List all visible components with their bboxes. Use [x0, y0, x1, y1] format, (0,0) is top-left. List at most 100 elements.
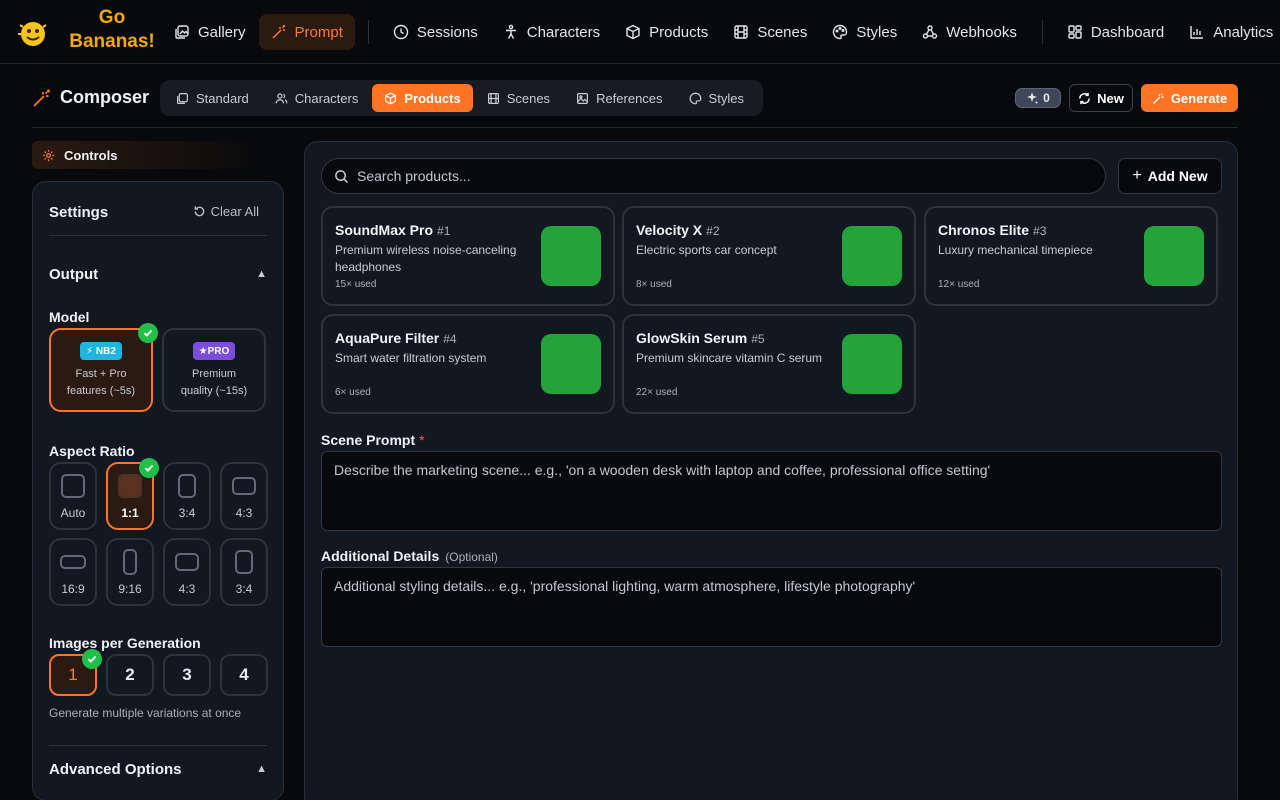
undo-icon — [194, 206, 204, 217]
tab-scenes[interactable]: Scenes — [475, 84, 562, 112]
product-card[interactable]: Velocity X #2 Electric sports car concept… — [622, 206, 916, 306]
aspect-option-3-4-alt[interactable]: 3:4 — [220, 538, 268, 606]
generate-button[interactable]: Generate — [1141, 84, 1238, 112]
tab-standard[interactable]: Standard — [164, 84, 261, 112]
settings-panel: Settings Clear All Output ▲ Model ⚡ NB2 … — [32, 181, 284, 800]
aspect-option-auto[interactable]: Auto — [49, 462, 97, 530]
product-thumbnail — [541, 334, 601, 394]
palette-icon — [689, 92, 701, 104]
required-marker: * — [419, 432, 425, 448]
collapse-caret-icon[interactable]: ▲ — [256, 763, 267, 775]
composer-toolbar: Composer Standard Characters Products Sc… — [32, 80, 1238, 128]
model-option-nb2[interactable]: ⚡ NB2 Fast + Pro features (~5s) — [49, 328, 153, 412]
product-card[interactable]: SoundMax Pro #1 Premium wireless noise-ca… — [321, 206, 615, 306]
collapse-caret-icon[interactable]: ▲ — [256, 268, 267, 280]
product-usage-count: 15× used — [335, 279, 377, 290]
nav-scenes-label: Scenes — [757, 23, 808, 41]
tab-scenes-label: Scenes — [506, 90, 551, 106]
nav-sessions[interactable]: Sessions — [381, 14, 490, 50]
clear-all-label: Clear All — [210, 204, 259, 219]
nav-divider — [367, 20, 369, 44]
composer-title: Composer — [32, 87, 149, 108]
product-description: Smart water filtration system — [335, 351, 487, 365]
top-navigation: Go Bananas! Gallery Prompt Sessions Char… — [0, 0, 1280, 64]
refresh-icon — [1079, 92, 1091, 104]
image-icon — [577, 92, 589, 104]
tab-characters[interactable]: Characters — [263, 84, 371, 112]
selected-check-icon — [138, 323, 158, 343]
product-card[interactable]: Chronos Elite #3 Luxury mechanical timepi… — [924, 206, 1218, 306]
aspect-option-4-3[interactable]: 4:3 — [220, 462, 268, 530]
ratio-wide-icon — [60, 555, 86, 569]
new-button-label: New — [1097, 90, 1124, 106]
nav-webhooks[interactable]: Webhooks — [910, 14, 1029, 50]
aspect-option-4-3-alt[interactable]: 4:3 — [163, 538, 211, 606]
controls-label-text: Controls — [64, 147, 118, 163]
tab-references[interactable]: References — [564, 84, 674, 112]
model-description: Premium quality (~15s) — [180, 368, 248, 397]
nav-divider — [1041, 20, 1043, 44]
output-section-title[interactable]: Output — [49, 266, 98, 283]
images-option-3[interactable]: 3 — [163, 654, 211, 696]
product-description: Luxury mechanical timepiece — [938, 243, 1093, 257]
gallery-icon — [175, 25, 189, 39]
smiley-logo-icon — [18, 22, 47, 46]
product-description: Premium skincare vitamin C serum — [636, 351, 823, 365]
composer-mode-tabs: Standard Characters Products Scenes Refe… — [160, 80, 763, 116]
product-card[interactable]: AquaPure Filter #4 Smart water filtration… — [321, 314, 615, 414]
images-per-generation-label: Images per Generation — [49, 635, 201, 651]
nav-styles[interactable]: Styles — [820, 14, 909, 50]
tab-references-label: References — [596, 90, 663, 106]
nav-scenes[interactable]: Scenes — [721, 14, 819, 50]
nav-prompt[interactable]: Prompt — [258, 14, 355, 50]
aspect-option-9-16[interactable]: 9:16 — [106, 538, 154, 606]
product-card[interactable]: GlowSkin Serum #5 Premium skincare vitami… — [622, 314, 916, 414]
products-panel: + Add New SoundMax Pro#1 Premium wireles… — [304, 141, 1238, 800]
advanced-options-title[interactable]: Advanced Options — [49, 761, 182, 778]
product-name: GlowSkin Serum #5 — [636, 330, 765, 346]
box-icon — [385, 92, 397, 104]
product-number: #4 — [443, 332, 457, 346]
product-number: #3 — [1033, 224, 1047, 238]
nav-gallery[interactable]: Gallery — [162, 14, 258, 50]
product-name: Chronos Elite #3 — [938, 222, 1047, 238]
tab-products[interactable]: Products — [372, 84, 473, 112]
product-name: Velocity X #2 — [636, 222, 720, 238]
ratio-square-icon — [61, 474, 85, 498]
app-logo[interactable]: Go Bananas! — [16, 6, 166, 58]
nav-analytics[interactable]: Analytics — [1177, 14, 1280, 50]
product-thumbnail — [541, 226, 601, 286]
product-search[interactable] — [321, 158, 1106, 194]
product-description: Electric sports car concept — [636, 243, 777, 257]
product-number: #2 — [706, 224, 720, 238]
additional-details-input[interactable] — [321, 567, 1222, 647]
tab-styles[interactable]: Styles — [677, 84, 756, 112]
nav-gallery-label: Gallery — [198, 23, 246, 41]
search-input[interactable] — [357, 168, 1057, 184]
nav-sessions-label: Sessions — [416, 23, 478, 41]
product-usage-count: 6× used — [335, 387, 371, 398]
gallery-icon — [177, 92, 188, 104]
brand-name: Go Bananas! — [62, 6, 162, 54]
aspect-option-16-9[interactable]: 16:9 — [49, 538, 97, 606]
aspect-option-3-4[interactable]: 3:4 — [163, 462, 211, 530]
scene-prompt-label: Scene Prompt * — [321, 432, 425, 448]
nav-products[interactable]: Products — [613, 14, 720, 50]
images-option-2[interactable]: 2 — [106, 654, 154, 696]
credits-badge[interactable]: 0 — [1015, 88, 1061, 108]
nav-analytics-label: Analytics — [1213, 23, 1274, 41]
selected-check-icon — [139, 458, 159, 478]
clear-all-button[interactable]: Clear All — [193, 204, 259, 219]
add-new-product-button[interactable]: + Add New — [1118, 158, 1222, 194]
model-option-pro[interactable]: ★ PRO Premium quality (~15s) — [162, 328, 266, 412]
images-option-4[interactable]: 4 — [220, 654, 268, 696]
search-icon — [335, 169, 349, 183]
tab-standard-label: Standard — [196, 90, 249, 106]
nav-prompt-label: Prompt — [294, 23, 343, 41]
nav-dashboard[interactable]: Dashboard — [1055, 14, 1176, 50]
generate-button-label: Generate — [1170, 90, 1228, 106]
new-button[interactable]: New — [1069, 84, 1133, 112]
scene-prompt-input[interactable] — [321, 451, 1222, 531]
nav-characters[interactable]: Characters — [491, 14, 612, 50]
divider — [49, 745, 267, 746]
